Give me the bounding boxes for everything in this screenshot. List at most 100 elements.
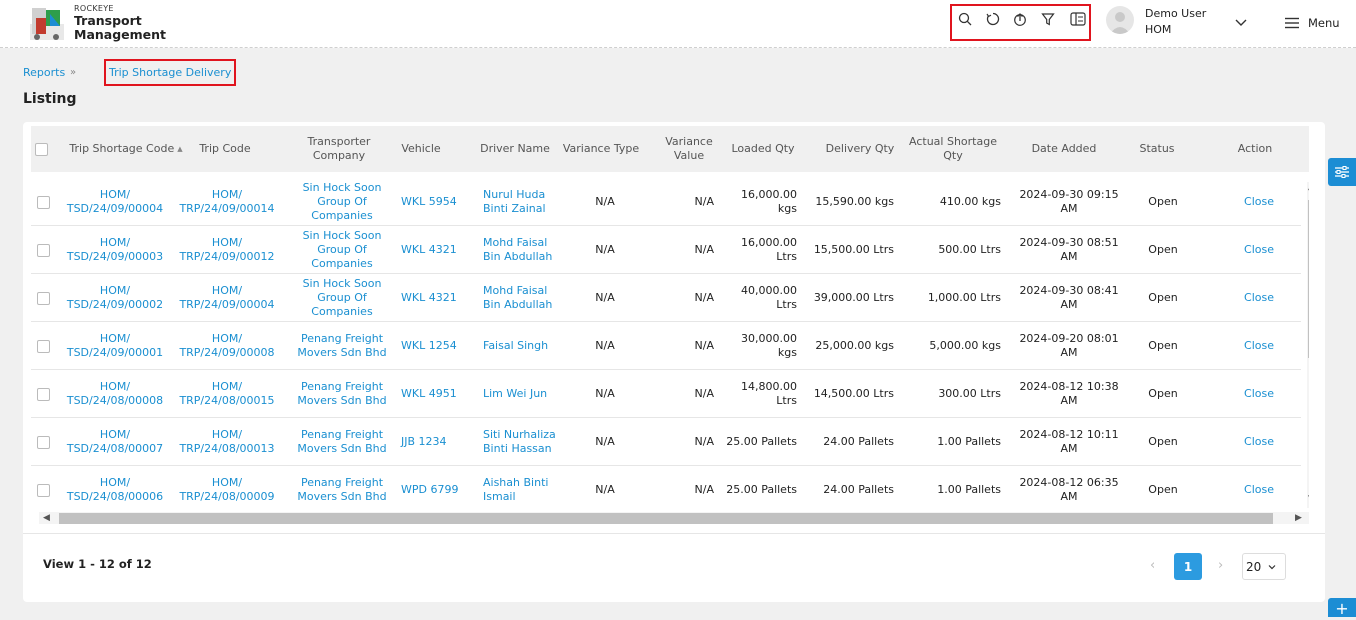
- scroll-down-icon[interactable]: ▼: [1308, 494, 1309, 504]
- close-action-link[interactable]: Close: [1231, 466, 1287, 508]
- row-checkbox[interactable]: [36, 291, 50, 305]
- vehicle-link[interactable]: WPD 6799: [401, 466, 467, 508]
- row-checkbox[interactable]: [36, 387, 50, 401]
- trip-code-link[interactable]: HOM/ TRP/24/09/00014: [177, 178, 277, 226]
- avatar[interactable]: [1106, 6, 1134, 34]
- search-icon[interactable]: [956, 10, 974, 28]
- filter-icon[interactable]: [1039, 10, 1057, 28]
- trip-shortage-code-link[interactable]: HOM/ TSD/24/08/00006: [57, 466, 173, 508]
- col-trip-shortage-code[interactable]: Trip Shortage Code ▲: [55, 126, 197, 172]
- columns-icon[interactable]: [1069, 10, 1087, 28]
- driver-name-link[interactable]: Mohd Faisal Bin Abdullah: [483, 274, 563, 322]
- close-action-link[interactable]: Close: [1231, 370, 1287, 418]
- row-checkbox[interactable]: [36, 483, 50, 497]
- col-driver-name[interactable]: Driver Name: [475, 126, 555, 172]
- trip-code-link[interactable]: HOM/ TRP/24/08/00015: [177, 370, 277, 418]
- driver-name-link[interactable]: Lim Wei Jun: [483, 370, 563, 418]
- next-page-icon[interactable]: ›: [1218, 558, 1223, 573]
- trip-shortage-code-link[interactable]: HOM/ TSD/24/08/00008: [57, 370, 173, 418]
- trip-code-link[interactable]: HOM/ TRP/24/08/00009: [177, 466, 277, 508]
- trip-code-link[interactable]: HOM/ TRP/24/09/00008: [177, 322, 277, 370]
- table-row: HOM/ TSD/24/09/00001 HOM/ TRP/24/09/0000…: [31, 322, 1301, 370]
- loaded-qty: 25.00 Pallets: [726, 483, 797, 496]
- close-action-link[interactable]: Close: [1231, 178, 1287, 226]
- col-actual-shortage-qty[interactable]: Actual Shortage Qty: [903, 126, 1003, 172]
- variance-type: N/A: [595, 339, 615, 352]
- transporter-company-link[interactable]: Penang Freight Movers Sdn Bhd: [285, 322, 399, 370]
- scroll-up-icon[interactable]: ▲: [1308, 182, 1309, 192]
- row-checkbox[interactable]: [36, 195, 50, 209]
- col-vehicle[interactable]: Vehicle: [391, 126, 451, 172]
- trip-shortage-code-link[interactable]: HOM/ TSD/24/09/00003: [57, 226, 173, 274]
- breadcrumb: Reports » Trip Shortage Delivery: [23, 59, 237, 86]
- refresh-icon[interactable]: [984, 10, 1002, 28]
- upload-icon[interactable]: [1011, 10, 1029, 28]
- col-trip-code[interactable]: Trip Code: [183, 126, 267, 172]
- transporter-company-link[interactable]: Penang Freight Movers Sdn Bhd: [285, 370, 399, 418]
- horizontal-scrollbar[interactable]: ◀ ▶: [39, 512, 1309, 524]
- trip-code-link[interactable]: HOM/ TRP/24/09/00012: [177, 226, 277, 274]
- sliders-icon[interactable]: [1328, 158, 1356, 186]
- vehicle-link[interactable]: WKL 1254: [401, 322, 467, 370]
- row-checkbox[interactable]: [36, 339, 50, 353]
- driver-name-link[interactable]: Faisal Singh: [483, 322, 563, 370]
- row-checkbox[interactable]: [36, 435, 50, 449]
- horizontal-scroll-thumb[interactable]: [59, 513, 1273, 524]
- vertical-scroll-thumb[interactable]: [1308, 200, 1309, 358]
- close-action-link[interactable]: Close: [1231, 226, 1287, 274]
- trip-shortage-code-link[interactable]: HOM/ TSD/24/09/00001: [57, 322, 173, 370]
- add-icon[interactable]: +: [1328, 598, 1356, 618]
- col-delivery-qty[interactable]: Delivery Qty: [817, 126, 903, 172]
- transporter-company-link[interactable]: Penang Freight Movers Sdn Bhd: [285, 418, 399, 466]
- trip-shortage-code-link[interactable]: HOM/ TSD/24/09/00002: [57, 274, 173, 322]
- page-1-button[interactable]: 1: [1174, 553, 1202, 580]
- driver-name-link[interactable]: Aishah Binti Ismail: [483, 466, 563, 508]
- driver-name-link[interactable]: Nurul Huda Binti Zainal: [483, 178, 563, 226]
- page-size-select[interactable]: 20: [1242, 553, 1286, 580]
- driver-name-link[interactable]: Siti Nurhaliza Binti Hassan: [483, 418, 563, 466]
- vehicle-link[interactable]: WKL 4951: [401, 370, 467, 418]
- chevron-down-icon[interactable]: [1234, 14, 1248, 28]
- vehicle-link[interactable]: WKL 4321: [401, 274, 467, 322]
- trip-shortage-code-link[interactable]: HOM/ TSD/24/09/00004: [57, 178, 173, 226]
- driver-name-link[interactable]: Mohd Faisal Bin Abdullah: [483, 226, 563, 274]
- col-transporter-company[interactable]: Transporter Company: [297, 126, 381, 172]
- col-date-added[interactable]: Date Added: [1019, 126, 1109, 172]
- delivery-qty: 39,000.00 Ltrs: [813, 291, 894, 304]
- close-action-link[interactable]: Close: [1231, 418, 1287, 466]
- row-checkbox[interactable]: [36, 243, 50, 257]
- vehicle-link[interactable]: WKL 5954: [401, 178, 467, 226]
- status: Open: [1148, 243, 1178, 256]
- col-variance-value[interactable]: Variance Value: [657, 126, 721, 172]
- close-action-link[interactable]: Close: [1231, 322, 1287, 370]
- transporter-company-link[interactable]: Sin Hock Soon Group Of Companies: [285, 274, 399, 322]
- col-status[interactable]: Status: [1129, 126, 1185, 172]
- col-variance-type[interactable]: Variance Type: [559, 126, 643, 172]
- transporter-company-link[interactable]: Sin Hock Soon Group Of Companies: [285, 178, 399, 226]
- trip-code-link[interactable]: HOM/ TRP/24/09/00004: [177, 274, 277, 322]
- actual-shortage-qty: 410.00 kgs: [939, 195, 1001, 208]
- data-grid: Trip Shortage Code ▲ Trip Code Transport…: [31, 126, 1309, 524]
- col-loaded-qty[interactable]: Loaded Qty: [723, 126, 803, 172]
- close-action-link[interactable]: Close: [1231, 274, 1287, 322]
- loaded-qty: 25.00 Pallets: [726, 435, 797, 448]
- trip-code-link[interactable]: HOM/ TRP/24/08/00013: [177, 418, 277, 466]
- trip-shortage-code-link[interactable]: HOM/ TSD/24/08/00007: [57, 418, 173, 466]
- vehicle-link[interactable]: JJB 1234: [401, 418, 467, 466]
- transporter-company-link[interactable]: Penang Freight Movers Sdn Bhd: [285, 466, 399, 508]
- breadcrumb-trip-shortage-delivery[interactable]: Trip Shortage Delivery: [104, 59, 237, 86]
- vertical-scrollbar[interactable]: ▲ ▼: [1307, 182, 1309, 508]
- prev-page-icon[interactable]: ‹: [1150, 558, 1155, 573]
- scroll-right-icon[interactable]: ▶: [1295, 513, 1302, 523]
- delivery-qty: 24.00 Pallets: [823, 483, 894, 496]
- vehicle-link[interactable]: WKL 4321: [401, 226, 467, 274]
- menu-button[interactable]: Menu: [1284, 14, 1340, 32]
- transporter-company-link[interactable]: Sin Hock Soon Group Of Companies: [285, 226, 399, 274]
- select-all-checkbox[interactable]: [34, 142, 48, 156]
- hamburger-icon: [1285, 17, 1299, 29]
- top-bar: ROCKEYE Transport Management Demo User H…: [0, 0, 1356, 48]
- date-added: 2024-08-12 10:38 AM: [1019, 380, 1119, 407]
- scroll-left-icon[interactable]: ◀: [43, 513, 50, 523]
- table-row: HOM/ TSD/24/08/00006 HOM/ TRP/24/08/0000…: [31, 466, 1301, 508]
- breadcrumb-reports[interactable]: Reports: [23, 66, 65, 79]
